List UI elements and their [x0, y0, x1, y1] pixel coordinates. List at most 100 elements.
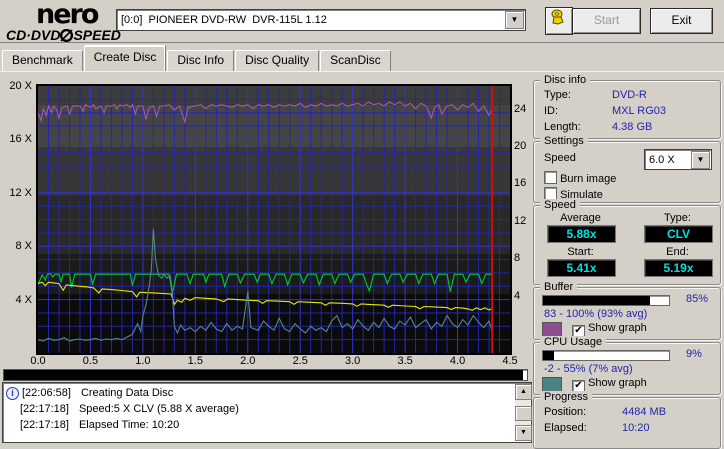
settings-title: Settings: [540, 135, 588, 147]
x-axis-tick: 1.5: [187, 355, 203, 367]
scroll-up-icon[interactable]: ▲: [515, 384, 532, 400]
start-speed-display: 5.41x: [547, 259, 616, 277]
burn-image-checkbox[interactable]: Burn image: [544, 171, 616, 185]
x-axis-tick: 2.0: [240, 355, 256, 367]
y-axis-tick: 16 X: [9, 133, 32, 146]
position-label: Position:: [544, 406, 587, 418]
cpu-meter: [542, 350, 670, 361]
x-axis-tick: 1.0: [135, 355, 151, 367]
buffer-meter: [542, 295, 670, 306]
drive-select-value: [0:0] PIONEER DVD-RW DVR-115L 1.12: [121, 14, 327, 26]
disc-type-value: DVD-R: [612, 89, 647, 101]
right-axis-tick: 16: [514, 177, 527, 190]
disc-id-label: ID:: [544, 105, 559, 117]
chart-band: [38, 195, 510, 255]
average-label: Average: [560, 212, 601, 224]
exit-button[interactable]: Exit: [650, 8, 713, 34]
header-bar: nero CD·DVD SPEED [0:0] PIONEER DVD-RW DV…: [0, 0, 724, 43]
log-message: Elapsed Time: 10:20: [78, 419, 180, 431]
disc-length-label: Length:: [544, 121, 581, 133]
log-timestamp: [22:06:58]: [22, 387, 71, 399]
log-line: i [22:06:58] Creating Data Disc: [5, 385, 514, 401]
right-axis-tick: 12: [514, 214, 527, 227]
info-icon: i: [6, 386, 19, 400]
burn-image-checkbox-box[interactable]: [544, 171, 557, 184]
right-axis-tick: 8: [514, 252, 521, 265]
cpu-usage-title: CPU Usage: [540, 336, 607, 348]
burn-position-progressbar: [3, 369, 528, 381]
type-label: Type:: [664, 212, 691, 224]
end-speed-display: 5.19x: [644, 259, 713, 277]
log-timestamp: [22:17:18]: [20, 419, 69, 431]
status-log-lines: i [22:06:58] Creating Data Disc [22:17:1…: [5, 385, 514, 442]
x-axis-tick: 3.5: [397, 355, 413, 367]
average-speed-display: 5.88x: [547, 225, 616, 243]
elapsed-label: Elapsed:: [544, 422, 587, 434]
cpu-show-graph-label: Show graph: [588, 377, 647, 389]
burn-position-progress-fill: [4, 370, 524, 380]
position-value: 4484 MB: [622, 406, 667, 418]
speed-select[interactable]: 6.0 X ▼: [644, 149, 712, 170]
tab-disc-quality[interactable]: Disc Quality: [235, 50, 320, 71]
x-axis-tick: 2.5: [292, 355, 308, 367]
drive-select[interactable]: [0:0] PIONEER DVD-RW DVR-115L 1.12 ▼: [116, 9, 526, 31]
buffer-meter-fill: [543, 296, 651, 305]
right-axis-tick: 4: [514, 289, 521, 302]
x-axis-tick: 4.0: [449, 355, 466, 367]
y-axis-tick: 8 X: [15, 240, 32, 253]
scroll-down-icon[interactable]: ▼: [515, 425, 532, 441]
log-scrollbar[interactable]: ▲ ▼: [515, 384, 532, 441]
tab-disc-info[interactable]: Disc Info: [167, 50, 235, 71]
speed-chart: 20 X 16 X 12 X 8 X 4 X 24 20 16 12 8 4 0.0 0.5 1.0 1…: [0, 76, 531, 378]
disc-length-value: 4.38 GB: [612, 121, 653, 133]
buffer-show-graph-label: Show graph: [588, 322, 647, 334]
settings-group: Settings Speed 6.0 X ▼ Burn image Simula…: [533, 135, 721, 203]
start-label: Start:: [567, 246, 594, 258]
log-message: Speed:5 X CLV (5.88 X average): [78, 403, 239, 415]
buffer-group: Buffer 85% 83 - 100% (93% avg) ✔ Show gr…: [533, 281, 721, 340]
nero-cd-dvd-speed-window: { "header": { "logo_line1": "nero", "log…: [0, 0, 724, 449]
log-message: Creating Data Disc: [80, 387, 174, 399]
tab-create-disc[interactable]: Create Disc: [83, 45, 167, 71]
disc-info-title: Disc info: [540, 74, 591, 86]
status-log[interactable]: i [22:06:58] Creating Data Disc [22:17:1…: [2, 382, 532, 443]
x-axis-tick: 0.0: [30, 355, 46, 367]
tab-scandisc[interactable]: ScanDisc: [320, 50, 391, 71]
x-axis-tick: 0.5: [82, 355, 99, 367]
start-button[interactable]: Start: [572, 8, 641, 34]
tab-bar: Benchmark Create Disc Disc Info Disc Qua…: [2, 45, 392, 71]
speed-group: Speed Average Type: 5.88x CLV Start: End…: [533, 199, 721, 285]
log-timestamp: [22:17:18]: [20, 403, 69, 415]
eject-button[interactable]: [545, 7, 573, 35]
burn-image-label: Burn image: [560, 173, 617, 185]
speed-title: Speed: [540, 199, 580, 211]
right-axis-tick: 20: [514, 140, 527, 152]
type-display: CLV: [644, 225, 713, 243]
tab-benchmark[interactable]: Benchmark: [2, 50, 83, 71]
progress-group: Progress Position: 4484 MB Elapsed: 10:20: [533, 391, 721, 449]
right-axis-tick: 24: [514, 102, 527, 115]
cpu-range: -2 - 55% (7% avg): [544, 363, 633, 375]
buffer-percent: 85%: [686, 293, 709, 305]
buffer-color-swatch: [542, 322, 562, 337]
disc-id-value: MXL RG03: [612, 105, 667, 117]
y-axis-tick: 12 X: [9, 186, 32, 199]
speed-setting-label: Speed: [544, 152, 576, 164]
chart-band: [38, 86, 510, 105]
speed-select-value: 6.0 X: [649, 153, 675, 166]
log-line: [22:17:18] Elapsed Time: 10:20: [5, 417, 514, 433]
end-label: End:: [666, 246, 689, 258]
speed-select-arrow-icon[interactable]: ▼: [691, 150, 710, 169]
log-line: [22:17:18] Speed:5 X CLV (5.88 X average…: [5, 401, 514, 417]
buffer-title: Buffer: [540, 281, 578, 293]
y-axis-tick: 20 X: [9, 80, 32, 92]
disc-logo-icon: [60, 28, 74, 43]
drive-select-arrow-icon[interactable]: ▼: [505, 11, 524, 29]
x-axis-tick: 3.0: [345, 355, 361, 367]
elapsed-value: 10:20: [622, 422, 650, 434]
tab-page-top-edge: [0, 71, 724, 72]
scrollbar-thumb[interactable]: [515, 406, 532, 421]
chart-band: [38, 147, 510, 196]
disc-type-label: Type:: [544, 89, 571, 101]
y-axis-tick: 4 X: [15, 293, 32, 306]
